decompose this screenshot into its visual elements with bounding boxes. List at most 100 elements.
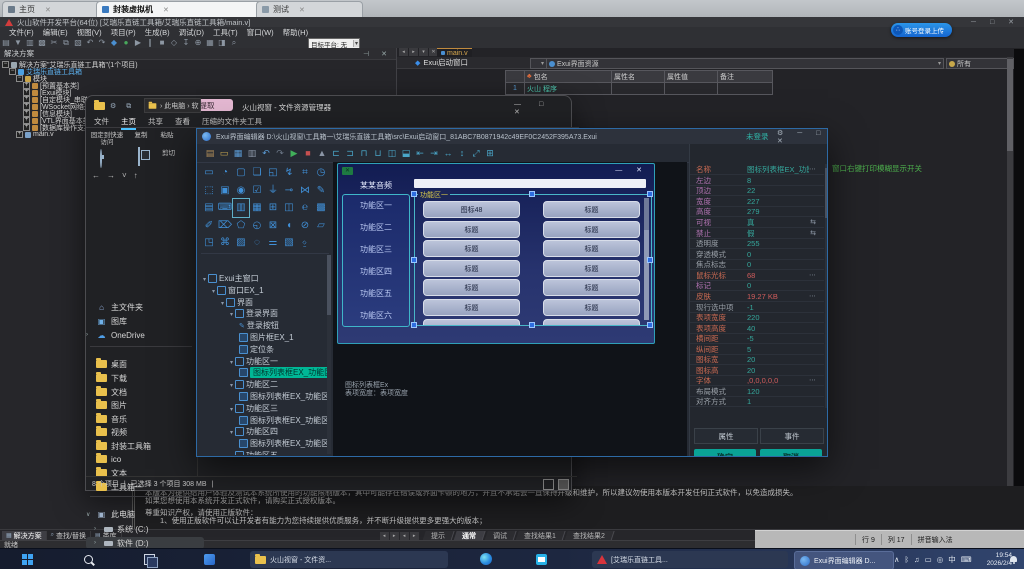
undo-icon[interactable]: ↶ [259,148,273,159]
prop-value[interactable]: 图标列表框EX_功能区一 [747,164,809,175]
ribbon-tab-zip-tools[interactable]: 压缩的文件夹工具 [202,116,262,127]
mini-combo[interactable] [530,58,547,69]
align-top-icon[interactable]: ⊓ [357,148,371,159]
tree-row[interactable]: ✎登录按钮 [201,320,331,331]
output-nav-icon[interactable]: ◂ [380,532,389,540]
tree-row[interactable]: 登录界面0 [201,308,331,319]
prop-value[interactable]: 22 [747,186,755,195]
tab-find-result2[interactable]: 查找结果2 [564,531,614,541]
tree-row[interactable]: 功能区三3 [201,403,331,414]
component-icon[interactable]: ⌗ [297,164,313,182]
explorer-window-controls[interactable]: — □ ✕ [514,101,571,116]
prop-value[interactable]: 227 [747,197,760,206]
prop-value[interactable]: 0 [747,281,751,290]
paste-button[interactable]: 粘贴 [156,132,178,139]
tab-properties[interactable]: 属性 [694,428,758,444]
component-icon[interactable]: ⊞ [265,199,281,217]
prop-value[interactable]: 220 [747,313,760,322]
taskbar-app-volcano[interactable]: [艾瑞乐直链工具... [592,551,788,568]
sidebar-item-ico[interactable]: ico [86,453,196,465]
component-icon[interactable]: ⊠ [265,217,281,235]
align-bottom-icon[interactable]: ⊔ [371,148,385,159]
expander-icon[interactable] [230,309,233,318]
prop-value[interactable]: 20 [747,355,755,364]
component-icon[interactable]: ◖ [281,217,297,235]
prop-value[interactable]: 8 [747,176,751,185]
stop-icon[interactable]: ■ [156,38,168,47]
resource-combo[interactable]: Exui界面资源 [546,58,944,69]
expander-icon[interactable] [221,298,224,307]
sidebar-item-videos[interactable]: 视频 [86,426,196,438]
close-icon[interactable]: ✕ [45,6,51,14]
collapse-icon[interactable] [2,61,9,68]
taskbar-app-exui[interactable]: Exui界面编辑器 D... [794,551,894,569]
breadcrumb[interactable]: › 此电脑 › 软 [144,98,201,113]
component-icon-selected[interactable]: ▥ [233,199,249,217]
tree-row[interactable]: 界面 [201,297,331,308]
component-icon[interactable]: ▱ [313,217,329,235]
menu-window[interactable]: 窗口(W) [247,27,274,38]
close-icon[interactable]: ✕ [299,6,305,14]
expand-icon[interactable] [23,96,30,103]
nav-item-4[interactable]: 功能区四 [360,266,392,277]
sidebar-item-gallery[interactable]: ▣图库 [86,315,196,327]
open-icon[interactable]: ▼ [12,38,24,47]
component-icon[interactable]: ⚌ [265,234,281,252]
tree-scrollbar[interactable] [327,255,331,454]
list-button[interactable] [423,319,520,326]
tree-row[interactable]: 图标列表框EX_功能区四 [201,438,331,449]
component-icon[interactable]: ⬚ [201,182,217,200]
nav-item-2[interactable]: 功能区二 [360,222,392,233]
volume-icon[interactable]: ♫ [914,555,920,564]
prop-value[interactable]: 40 [747,324,755,333]
list-button[interactable]: 标题 [423,279,520,296]
tab-prev-icon[interactable]: ◂ [399,48,408,56]
menu-build[interactable]: 生成(B) [145,27,170,38]
list-button[interactable] [543,319,640,326]
component-icon[interactable]: ▣ [217,182,233,200]
editor-tab-mainv[interactable]: main.v [437,48,472,57]
ellipsis-icon[interactable]: ⋯ [809,271,816,279]
list-button[interactable]: 标题 [543,260,640,277]
tab-solution[interactable]: ▦解决方案 [2,531,47,541]
component-icon[interactable]: ⊘ [297,217,313,235]
store-icon[interactable] [536,554,547,565]
tab-find-replace[interactable]: ⌕查找/替换 [47,531,91,541]
component-icon[interactable]: ✐ [201,217,217,235]
component-icon[interactable]: ☑ [249,182,265,200]
step-icon[interactable]: ◇ [168,38,180,47]
tab-debug[interactable]: 调试 [484,531,516,541]
tree-row[interactable]: 图标列表框EX_功能区三 [201,415,331,426]
save-all-icon[interactable]: ▩ [36,38,48,47]
menu-view[interactable]: 视图(V) [77,27,102,38]
sidebar-item-package-toolbox[interactable]: 封装工具箱 [86,440,196,452]
table-cell[interactable] [612,83,665,95]
keyboard-icon[interactable]: ⌨ [961,555,972,564]
expander-icon[interactable] [203,274,206,283]
list-button[interactable]: 标题 [543,240,640,257]
component-icon[interactable]: ◔ [217,164,233,182]
ime-chinese-icon[interactable]: 中 [948,554,956,565]
component-icon[interactable]: ◵ [249,217,265,235]
list-button[interactable]: 标题 [543,299,640,316]
ribbon-tab-share[interactable]: 共享 [148,116,163,127]
expand-icon[interactable] [23,82,30,89]
output-nav-icon[interactable]: ▸ [410,532,419,540]
align-right-icon[interactable]: ⊐ [343,148,357,159]
toggle-icon[interactable]: ⇆ [810,229,816,237]
cut-icon[interactable]: ✂ [48,38,60,47]
component-icon[interactable]: ⬠ [233,217,249,235]
output-nav-icon[interactable]: ◂ [400,532,409,540]
component-icon[interactable]: ◌ [249,234,265,252]
menu-help[interactable]: 帮助(H) [283,27,308,38]
component-icon[interactable]: ▭ [201,164,217,182]
same-size-icon[interactable]: ⤢ [469,148,483,159]
prop-value[interactable]: ,0,0,0,0,0 [747,376,778,385]
collapse-icon[interactable] [16,75,23,82]
grid-icon[interactable]: ⊞ [483,148,497,159]
menu-edit[interactable]: 编辑(E) [43,27,68,38]
paste-icon[interactable]: ▧ [72,38,84,47]
start-icon[interactable]: ▶ [132,38,144,47]
display-icon[interactable]: ▭ [925,555,932,564]
component-icon[interactable]: ▦ [249,199,265,217]
